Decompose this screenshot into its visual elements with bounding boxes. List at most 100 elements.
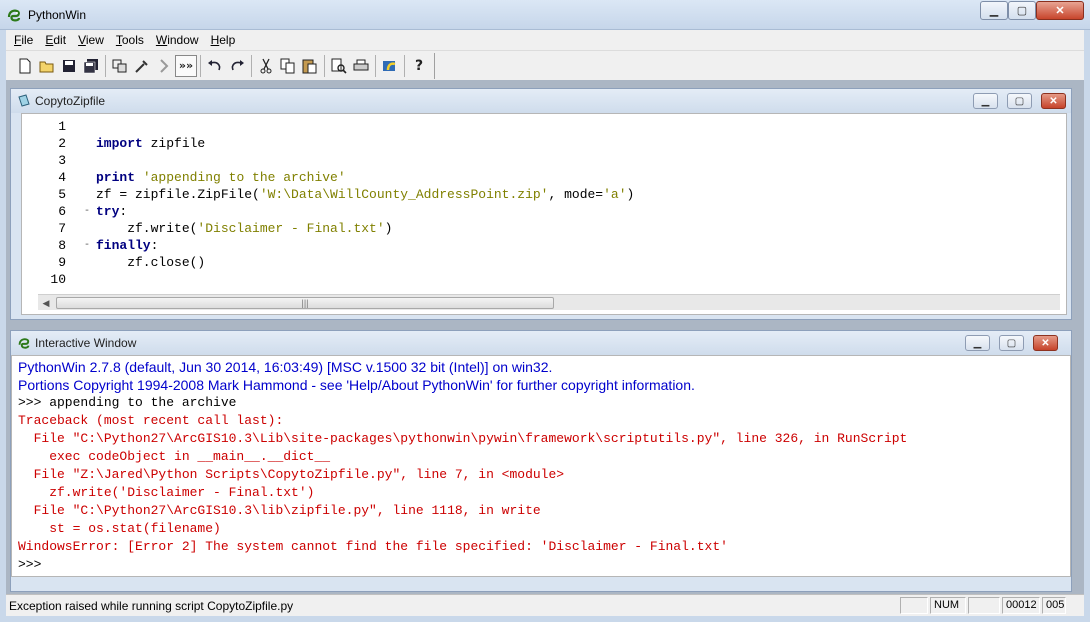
status-pane-num: NUM (930, 597, 966, 614)
minimize-button[interactable]: ▁ (980, 1, 1008, 20)
code-token: ) (626, 187, 635, 202)
traceback-line: zf.write('Disclaimer - Final.txt') (18, 485, 315, 500)
code-text: zf = zipfile.ZipFile('W:\Data\WillCounty… (96, 186, 634, 203)
locate-module-icon[interactable] (109, 55, 131, 77)
paste-icon[interactable] (299, 55, 321, 77)
run-icon[interactable] (153, 55, 175, 77)
code-line: 7 zf.write('Disclaimer - Final.txt') (22, 220, 1062, 237)
editor-window: CopytoZipfile ▁ ▢ ✕ 1 2 import zipfile 3 4 pr… (10, 88, 1072, 320)
code-token: zf.close() (96, 255, 206, 270)
line-number: 10 (50, 272, 66, 287)
string-token: 'W:\Data\WillCounty_AddressPoint.zip' (259, 187, 549, 202)
close-button[interactable]: ✕ (1036, 1, 1084, 20)
line-number: 3 (58, 153, 66, 168)
copy-icon[interactable] (277, 55, 299, 77)
string-token: 'Disclaimer - Final.txt' (197, 221, 385, 236)
interactive-console[interactable]: PythonWin 2.7.8 (default, Jun 30 2014, 1… (11, 355, 1071, 577)
code-line: 5 zf = zipfile.ZipFile('W:\Data\WillCount… (22, 186, 1062, 203)
code-text: zf.write('Disclaimer - Final.txt') (96, 220, 392, 237)
line-number: 4 (58, 170, 66, 185)
status-message: Exception raised while running script Co… (9, 599, 294, 613)
code-token: zipfile (142, 136, 206, 151)
toolbar: »» ? (6, 50, 1084, 80)
save-all-icon[interactable] (80, 55, 102, 77)
redo-icon[interactable] (226, 55, 248, 77)
interactive-minimize-button[interactable]: ▁ (965, 335, 990, 351)
line-number: 2 (58, 136, 66, 151)
check-icon[interactable] (131, 55, 153, 77)
keyword-token: print (96, 170, 136, 185)
code-token: : (150, 238, 159, 253)
code-line: 8 - finally: (22, 237, 1062, 254)
cut-icon[interactable] (255, 55, 277, 77)
code-token: zf.write( (96, 221, 198, 236)
keyword-token: finally (96, 238, 151, 253)
code-token: , mode= (548, 187, 604, 202)
open-folder-icon[interactable] (36, 55, 58, 77)
undo-icon[interactable] (204, 55, 226, 77)
fold-marker[interactable]: - (84, 203, 90, 220)
code-token: : (119, 204, 128, 219)
keyword-token: import (96, 136, 143, 151)
code-line: 2 import zipfile (22, 135, 1062, 152)
code-line: 1 (22, 118, 1062, 135)
print-icon[interactable] (350, 55, 372, 77)
traceback-line: st = os.stat(filename) (18, 521, 221, 536)
scrollbar-thumb[interactable]: ||| (56, 297, 554, 309)
menu-help[interactable]: Help (211, 33, 236, 47)
status-bar: Exception raised while running script Co… (6, 594, 1084, 616)
code-text: import zipfile (96, 135, 205, 152)
menu-view[interactable]: View (78, 33, 104, 47)
help-icon[interactable]: ? (408, 55, 430, 77)
line-number: 8 (58, 238, 66, 253)
status-line-number: 00012 (1002, 597, 1040, 614)
python-logo-icon (7, 9, 21, 22)
editor-maximize-button[interactable]: ▢ (1007, 93, 1032, 109)
print-preview-icon[interactable] (328, 55, 350, 77)
traceback-line: Traceback (most recent call last): (18, 413, 284, 428)
editor-horizontal-scrollbar[interactable]: ◀ ||| (38, 294, 1060, 310)
new-file-icon[interactable] (14, 55, 36, 77)
code-line: 10 (22, 271, 1062, 288)
python-debug-icon[interactable] (379, 55, 401, 77)
status-pane-caps (900, 597, 928, 614)
document-icon (18, 94, 30, 107)
interactive-window: Interactive Window ▁ ▢ ✕ PythonWin 2.7.8… (10, 330, 1072, 592)
window-title: PythonWin (28, 8, 87, 22)
code-text: finally: (96, 237, 158, 254)
string-token: 'a' (603, 187, 627, 202)
line-number: 1 (58, 119, 66, 134)
interactive-toggle-icon[interactable]: »» (175, 54, 197, 77)
status-pane-scroll (968, 597, 1000, 614)
traceback-line: File "Z:\Jared\Python Scripts\CopytoZipf… (18, 467, 565, 482)
editor-close-button[interactable]: ✕ (1041, 93, 1066, 109)
main-title-bar: PythonWin ▁ ▢ ✕ (0, 0, 1090, 30)
menu-file[interactable]: File (14, 33, 33, 47)
editor-minimize-button[interactable]: ▁ (973, 93, 998, 109)
menu-tools[interactable]: Tools (116, 33, 144, 47)
menu-window[interactable]: Window (156, 33, 199, 47)
code-token: zf = zipfile.ZipFile( (96, 187, 260, 202)
interactive-maximize-button[interactable]: ▢ (999, 335, 1024, 351)
line-number: 9 (58, 255, 66, 270)
python-logo-icon (18, 338, 30, 349)
console-line: >>> appending to the archive (18, 395, 237, 410)
traceback-line: File "C:\Python27\ArcGIS10.3\lib\zipfile… (18, 503, 541, 518)
maximize-button[interactable]: ▢ (1008, 1, 1036, 20)
code-line: 3 (22, 152, 1062, 169)
interactive-close-button[interactable]: ✕ (1033, 335, 1058, 351)
editor-title-bar: CopytoZipfile ▁ ▢ ✕ (11, 89, 1071, 113)
line-number: 6 (58, 204, 66, 219)
keyword-token: try (96, 204, 120, 219)
console-output: PythonWin 2.7.8 (default, Jun 30 2014, 1… (18, 358, 1054, 574)
line-number: 5 (58, 187, 66, 202)
code-lines: 1 2 import zipfile 3 4 print 'appending to th… (22, 118, 1062, 288)
save-icon[interactable] (58, 55, 80, 77)
code-editor[interactable]: 1 2 import zipfile 3 4 print 'appending to th… (21, 113, 1067, 315)
code-text: zf.close() (96, 254, 205, 271)
traceback-line: File "C:\Python27\ArcGIS10.3\Lib\site-pa… (18, 431, 908, 446)
fold-marker[interactable]: - (84, 237, 90, 254)
menu-edit[interactable]: Edit (45, 33, 66, 47)
scroll-left-icon[interactable]: ◀ (38, 295, 54, 311)
